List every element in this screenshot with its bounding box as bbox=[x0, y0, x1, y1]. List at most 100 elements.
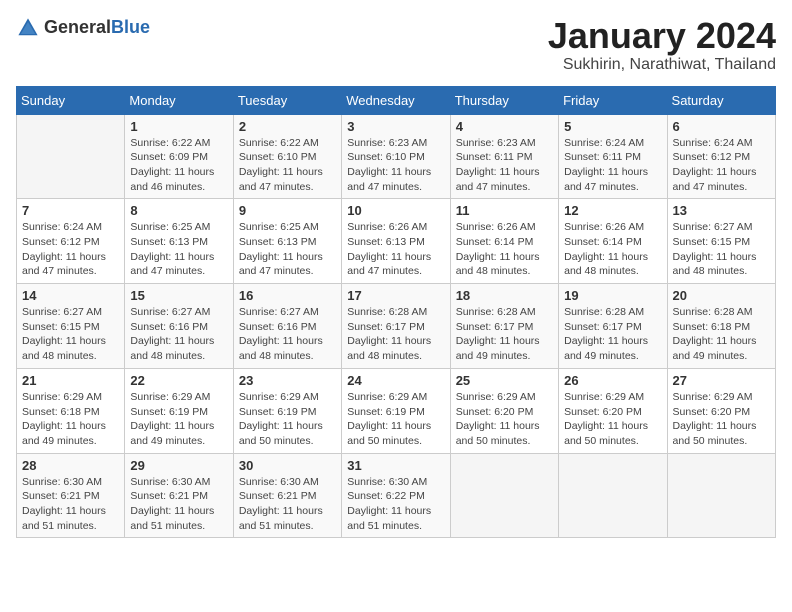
calendar-cell: 9 Sunrise: 6:25 AM Sunset: 6:13 PM Daylig… bbox=[233, 199, 341, 284]
logo-icon bbox=[16, 16, 40, 40]
day-detail: Sunrise: 6:22 AM Sunset: 6:09 PM Dayligh… bbox=[130, 136, 227, 195]
header-day: Monday bbox=[125, 86, 233, 114]
calendar-cell: 22 Sunrise: 6:29 AM Sunset: 6:19 PM Dayli… bbox=[125, 368, 233, 453]
day-number: 17 bbox=[347, 288, 444, 303]
day-number: 29 bbox=[130, 458, 227, 473]
title-area: January 2024 Sukhirin, Narathiwat, Thail… bbox=[548, 16, 776, 74]
day-detail: Sunrise: 6:30 AM Sunset: 6:21 PM Dayligh… bbox=[239, 475, 336, 534]
calendar-cell: 7Sunrise: 6:24 AM Sunset: 6:12 PM Daylig… bbox=[17, 199, 125, 284]
calendar-week: 1 Sunrise: 6:22 AM Sunset: 6:09 PM Daylig… bbox=[17, 114, 776, 199]
calendar-cell: 29 Sunrise: 6:30 AM Sunset: 6:21 PM Dayli… bbox=[125, 453, 233, 538]
day-number: 20 bbox=[673, 288, 770, 303]
calendar-cell bbox=[559, 453, 667, 538]
calendar-week: 14Sunrise: 6:27 AM Sunset: 6:15 PM Dayli… bbox=[17, 284, 776, 369]
day-number: 7 bbox=[22, 203, 119, 218]
day-detail: Sunrise: 6:27 AM Sunset: 6:16 PM Dayligh… bbox=[239, 305, 336, 364]
header-day: Tuesday bbox=[233, 86, 341, 114]
day-number: 10 bbox=[347, 203, 444, 218]
day-number: 13 bbox=[673, 203, 770, 218]
day-detail: Sunrise: 6:22 AM Sunset: 6:10 PM Dayligh… bbox=[239, 136, 336, 195]
header-row: SundayMondayTuesdayWednesdayThursdayFrid… bbox=[17, 86, 776, 114]
day-detail: Sunrise: 6:27 AM Sunset: 6:15 PM Dayligh… bbox=[673, 220, 770, 279]
day-number: 4 bbox=[456, 119, 553, 134]
day-detail: Sunrise: 6:28 AM Sunset: 6:18 PM Dayligh… bbox=[673, 305, 770, 364]
day-detail: Sunrise: 6:28 AM Sunset: 6:17 PM Dayligh… bbox=[456, 305, 553, 364]
day-detail: Sunrise: 6:25 AM Sunset: 6:13 PM Dayligh… bbox=[130, 220, 227, 279]
header: GeneralBlue January 2024 Sukhirin, Narat… bbox=[16, 16, 776, 74]
day-detail: Sunrise: 6:25 AM Sunset: 6:13 PM Dayligh… bbox=[239, 220, 336, 279]
day-detail: Sunrise: 6:30 AM Sunset: 6:21 PM Dayligh… bbox=[130, 475, 227, 534]
calendar-cell: 10Sunrise: 6:26 AM Sunset: 6:13 PM Dayli… bbox=[342, 199, 450, 284]
day-number: 18 bbox=[456, 288, 553, 303]
calendar-body: 1 Sunrise: 6:22 AM Sunset: 6:09 PM Daylig… bbox=[17, 114, 776, 538]
calendar-cell: 1 Sunrise: 6:22 AM Sunset: 6:09 PM Daylig… bbox=[125, 114, 233, 199]
day-number: 22 bbox=[130, 373, 227, 388]
calendar-cell: 5Sunrise: 6:24 AM Sunset: 6:11 PM Daylig… bbox=[559, 114, 667, 199]
day-number: 23 bbox=[239, 373, 336, 388]
calendar-week: 21 Sunrise: 6:29 AM Sunset: 6:18 PM Dayli… bbox=[17, 368, 776, 453]
calendar-cell: 25Sunrise: 6:29 AM Sunset: 6:20 PM Dayli… bbox=[450, 368, 558, 453]
day-number: 15 bbox=[130, 288, 227, 303]
day-detail: Sunrise: 6:29 AM Sunset: 6:19 PM Dayligh… bbox=[239, 390, 336, 449]
calendar-cell: 16 Sunrise: 6:27 AM Sunset: 6:16 PM Dayli… bbox=[233, 284, 341, 369]
calendar-cell: 6 Sunrise: 6:24 AM Sunset: 6:12 PM Daylig… bbox=[667, 114, 775, 199]
calendar-cell: 17 Sunrise: 6:28 AM Sunset: 6:17 PM Dayli… bbox=[342, 284, 450, 369]
day-detail: Sunrise: 6:23 AM Sunset: 6:11 PM Dayligh… bbox=[456, 136, 553, 195]
header-day: Friday bbox=[559, 86, 667, 114]
calendar-cell: 23 Sunrise: 6:29 AM Sunset: 6:19 PM Dayli… bbox=[233, 368, 341, 453]
day-number: 3 bbox=[347, 119, 444, 134]
calendar-week: 28 Sunrise: 6:30 AM Sunset: 6:21 PM Dayli… bbox=[17, 453, 776, 538]
calendar-cell: 8 Sunrise: 6:25 AM Sunset: 6:13 PM Daylig… bbox=[125, 199, 233, 284]
logo: GeneralBlue bbox=[16, 16, 150, 40]
calendar-cell: 27 Sunrise: 6:29 AM Sunset: 6:20 PM Dayli… bbox=[667, 368, 775, 453]
day-detail: Sunrise: 6:29 AM Sunset: 6:18 PM Dayligh… bbox=[22, 390, 119, 449]
day-number: 12 bbox=[564, 203, 661, 218]
day-detail: Sunrise: 6:30 AM Sunset: 6:21 PM Dayligh… bbox=[22, 475, 119, 534]
day-number: 6 bbox=[673, 119, 770, 134]
day-detail: Sunrise: 6:28 AM Sunset: 6:17 PM Dayligh… bbox=[564, 305, 661, 364]
calendar-cell: 30Sunrise: 6:30 AM Sunset: 6:21 PM Dayli… bbox=[233, 453, 341, 538]
day-number: 24 bbox=[347, 373, 444, 388]
day-number: 9 bbox=[239, 203, 336, 218]
logo-text: GeneralBlue bbox=[44, 18, 150, 38]
calendar-cell: 21 Sunrise: 6:29 AM Sunset: 6:18 PM Dayli… bbox=[17, 368, 125, 453]
calendar-header: SundayMondayTuesdayWednesdayThursdayFrid… bbox=[17, 86, 776, 114]
day-number: 21 bbox=[22, 373, 119, 388]
calendar-cell: 2 Sunrise: 6:22 AM Sunset: 6:10 PM Daylig… bbox=[233, 114, 341, 199]
day-detail: Sunrise: 6:30 AM Sunset: 6:22 PM Dayligh… bbox=[347, 475, 444, 534]
calendar-cell: 26Sunrise: 6:29 AM Sunset: 6:20 PM Dayli… bbox=[559, 368, 667, 453]
day-number: 28 bbox=[22, 458, 119, 473]
day-number: 26 bbox=[564, 373, 661, 388]
day-detail: Sunrise: 6:23 AM Sunset: 6:10 PM Dayligh… bbox=[347, 136, 444, 195]
day-detail: Sunrise: 6:27 AM Sunset: 6:16 PM Dayligh… bbox=[130, 305, 227, 364]
calendar-cell: 20 Sunrise: 6:28 AM Sunset: 6:18 PM Dayli… bbox=[667, 284, 775, 369]
calendar-week: 7Sunrise: 6:24 AM Sunset: 6:12 PM Daylig… bbox=[17, 199, 776, 284]
day-number: 31 bbox=[347, 458, 444, 473]
logo-general: General bbox=[44, 17, 111, 37]
day-detail: Sunrise: 6:24 AM Sunset: 6:12 PM Dayligh… bbox=[673, 136, 770, 195]
header-day: Sunday bbox=[17, 86, 125, 114]
day-detail: Sunrise: 6:29 AM Sunset: 6:20 PM Dayligh… bbox=[456, 390, 553, 449]
calendar-subtitle: Sukhirin, Narathiwat, Thailand bbox=[548, 56, 776, 74]
calendar-table: SundayMondayTuesdayWednesdayThursdayFrid… bbox=[16, 86, 776, 539]
calendar-cell: 24Sunrise: 6:29 AM Sunset: 6:19 PM Dayli… bbox=[342, 368, 450, 453]
calendar-cell: 3 Sunrise: 6:23 AM Sunset: 6:10 PM Daylig… bbox=[342, 114, 450, 199]
day-number: 8 bbox=[130, 203, 227, 218]
day-number: 16 bbox=[239, 288, 336, 303]
day-number: 27 bbox=[673, 373, 770, 388]
day-detail: Sunrise: 6:24 AM Sunset: 6:11 PM Dayligh… bbox=[564, 136, 661, 195]
day-detail: Sunrise: 6:29 AM Sunset: 6:19 PM Dayligh… bbox=[130, 390, 227, 449]
calendar-cell: 4 Sunrise: 6:23 AM Sunset: 6:11 PM Daylig… bbox=[450, 114, 558, 199]
calendar-cell bbox=[17, 114, 125, 199]
day-detail: Sunrise: 6:26 AM Sunset: 6:14 PM Dayligh… bbox=[564, 220, 661, 279]
calendar-cell: 13 Sunrise: 6:27 AM Sunset: 6:15 PM Dayli… bbox=[667, 199, 775, 284]
calendar-cell: 28 Sunrise: 6:30 AM Sunset: 6:21 PM Dayli… bbox=[17, 453, 125, 538]
day-number: 1 bbox=[130, 119, 227, 134]
day-number: 14 bbox=[22, 288, 119, 303]
calendar-cell: 19Sunrise: 6:28 AM Sunset: 6:17 PM Dayli… bbox=[559, 284, 667, 369]
day-detail: Sunrise: 6:28 AM Sunset: 6:17 PM Dayligh… bbox=[347, 305, 444, 364]
day-detail: Sunrise: 6:26 AM Sunset: 6:14 PM Dayligh… bbox=[456, 220, 553, 279]
calendar-cell: 15 Sunrise: 6:27 AM Sunset: 6:16 PM Dayli… bbox=[125, 284, 233, 369]
day-number: 2 bbox=[239, 119, 336, 134]
day-detail: Sunrise: 6:29 AM Sunset: 6:20 PM Dayligh… bbox=[673, 390, 770, 449]
